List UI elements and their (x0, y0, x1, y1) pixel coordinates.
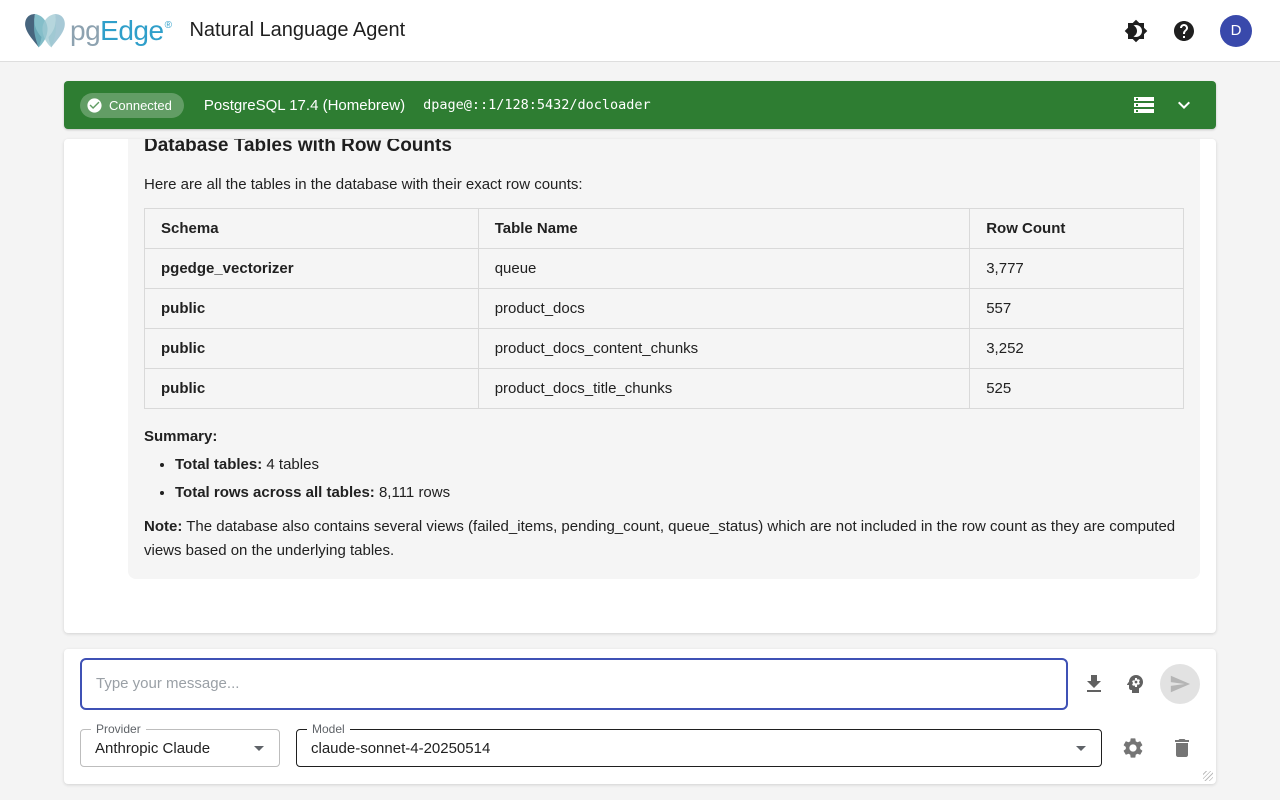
download-icon (1082, 672, 1106, 696)
table-cell-name: product_docs (478, 289, 970, 329)
table-cell-schema: public (145, 329, 479, 369)
server-version-text: PostgreSQL 17.4 (Homebrew) (204, 97, 405, 114)
column-header-row-count: Row Count (970, 209, 1184, 249)
send-button[interactable] (1160, 664, 1200, 704)
settings-button[interactable] (1121, 736, 1145, 760)
collapse-connection-button[interactable] (1172, 93, 1196, 117)
chevron-down-icon (1172, 93, 1196, 117)
page-title: Natural Language Agent (189, 19, 405, 42)
resize-handle[interactable] (1203, 771, 1213, 781)
note-text: The database also contains several views… (144, 518, 1175, 559)
send-icon (1169, 673, 1191, 695)
message-input[interactable] (80, 658, 1068, 710)
clear-chat-button[interactable] (1170, 736, 1194, 760)
summary-item: Total rows across all tables: 8,111 rows (175, 484, 1184, 501)
table-header-row: Schema Table Name Row Count (145, 209, 1184, 249)
dark-mode-toggle-button[interactable] (1124, 19, 1148, 43)
model-label: Model (307, 722, 350, 736)
gear-icon (1121, 736, 1145, 760)
row-counts-table: Schema Table Name Row Count pgedge_vecto… (144, 208, 1184, 409)
psychology-icon (1123, 672, 1147, 696)
table-row: pgedge_vectorizer queue 3,777 (145, 249, 1184, 289)
storage-icon (1132, 93, 1156, 117)
app-header: pgEdge® Natural Language Agent D (0, 0, 1280, 62)
logo-registered-mark: ® (165, 20, 172, 31)
summary-list: Total tables: 4 tables Total rows across… (144, 456, 1184, 501)
column-header-schema: Schema (145, 209, 479, 249)
header-actions: D (1124, 15, 1252, 47)
provider-label: Provider (91, 722, 146, 736)
table-cell-name: queue (478, 249, 970, 289)
logo-pg-text: pg (70, 15, 100, 47)
table-cell-count: 525 (970, 369, 1184, 409)
model-select[interactable]: Model claude-sonnet-4-20250514 (296, 729, 1102, 767)
thinking-mode-button[interactable] (1123, 672, 1147, 696)
summary-item: Total tables: 4 tables (175, 456, 1184, 473)
chat-message-list[interactable]: Database Tables with Row Counts Here are… (64, 139, 1216, 633)
user-avatar[interactable]: D (1220, 15, 1252, 47)
table-cell-schema: public (145, 369, 479, 409)
provider-value: Anthropic Claude (81, 740, 210, 757)
provider-select[interactable]: Provider Anthropic Claude (80, 729, 280, 767)
table-row: public product_docs_content_chunks 3,252 (145, 329, 1184, 369)
table-cell-count: 3,252 (970, 329, 1184, 369)
table-cell-count: 557 (970, 289, 1184, 329)
connection-status-bar: Connected PostgreSQL 17.4 (Homebrew) dpa… (64, 81, 1216, 129)
table-cell-name: product_docs_title_chunks (478, 369, 970, 409)
message-heading: Database Tables with Row Counts (144, 139, 1184, 157)
download-chat-button[interactable] (1082, 672, 1106, 696)
help-icon (1172, 19, 1196, 43)
note-paragraph: Note: The database also contains several… (144, 515, 1184, 563)
table-cell-schema: pgedge_vectorizer (145, 249, 479, 289)
table-row: public product_docs_title_chunks 525 (145, 369, 1184, 409)
summary-label: Summary: (144, 428, 1184, 445)
composer-panel: Provider Anthropic Claude Model claude-s… (64, 649, 1216, 784)
message-intro: Here are all the tables in the database … (144, 176, 1184, 193)
help-button[interactable] (1172, 19, 1196, 43)
table-cell-schema: public (145, 289, 479, 329)
dropdown-caret-icon (247, 736, 271, 760)
dark-mode-icon (1124, 19, 1148, 43)
table-row: public product_docs 557 (145, 289, 1184, 329)
logo-edge-text: Edge (100, 15, 163, 47)
check-circle-icon (86, 97, 103, 114)
connected-label: Connected (109, 98, 172, 113)
connection-details-button[interactable] (1132, 93, 1156, 117)
table-cell-name: product_docs_content_chunks (478, 329, 970, 369)
pgedge-heart-icon (22, 11, 68, 51)
table-cell-count: 3,777 (970, 249, 1184, 289)
assistant-message-card: Database Tables with Row Counts Here are… (128, 139, 1200, 579)
dropdown-caret-icon (1069, 736, 1093, 760)
column-header-table-name: Table Name (478, 209, 970, 249)
connection-string: dpage@::1/128:5432/docloader (423, 97, 651, 113)
pgedge-logo: pgEdge® (22, 11, 171, 51)
model-value: claude-sonnet-4-20250514 (297, 740, 490, 757)
note-label: Note: (144, 518, 182, 535)
trash-icon (1170, 736, 1194, 760)
connected-badge: Connected (80, 93, 184, 118)
